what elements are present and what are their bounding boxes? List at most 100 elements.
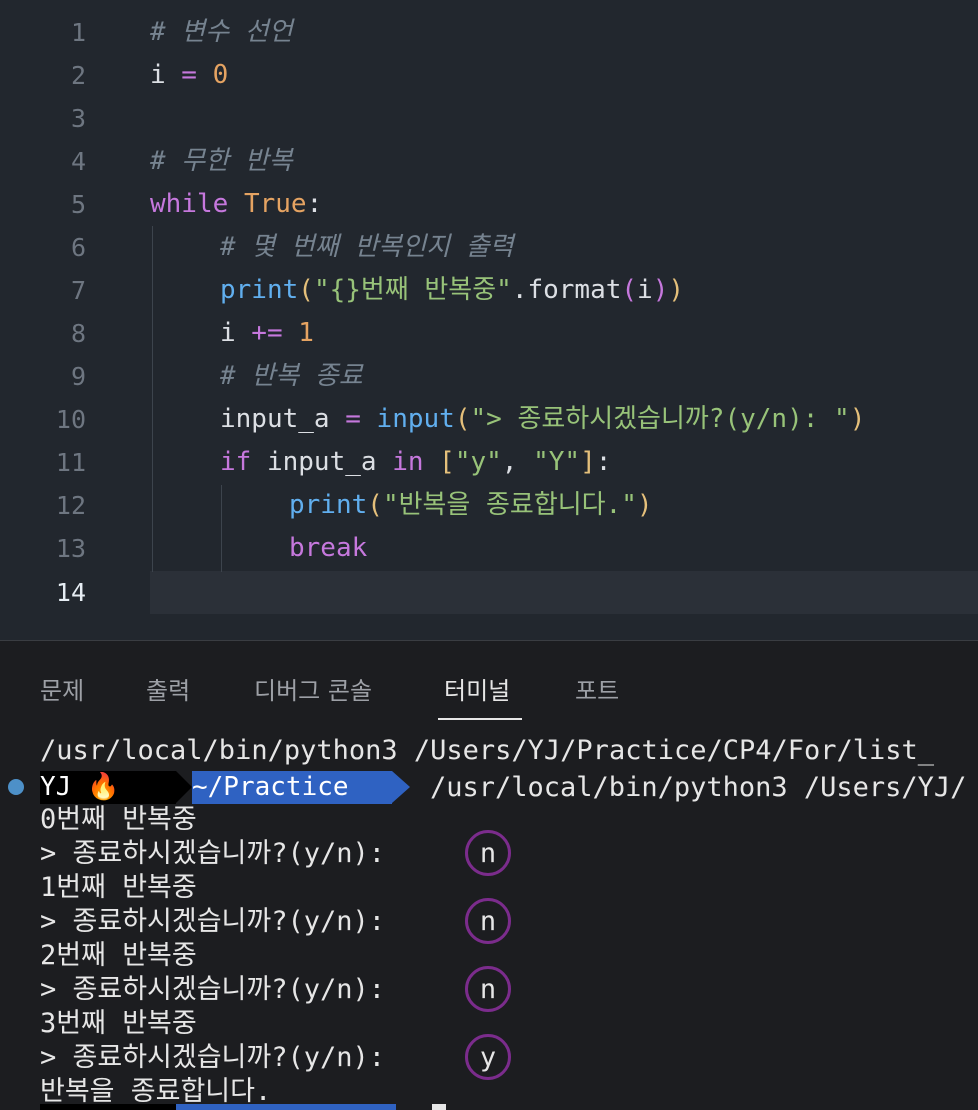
bracket: ]: [580, 447, 596, 477]
line-number: 5: [70, 190, 86, 219]
string: "y": [454, 447, 502, 477]
keyword: while: [150, 189, 229, 219]
bracket: (: [298, 275, 314, 305]
boolean: True: [243, 189, 307, 219]
input-prompt-line: > 종료하시겠습니까?(y/n):: [40, 1042, 402, 1073]
function-name: print: [289, 490, 368, 520]
line-number: 10: [55, 405, 86, 434]
operator: =: [329, 404, 377, 434]
string: "> 종료하시겠습니까?(y/n): ": [470, 404, 850, 434]
function-name: input: [376, 404, 455, 434]
code-line-3[interactable]: 3: [0, 97, 978, 140]
output-line: 1번째 반복중: [40, 872, 197, 903]
terminal-command-line: /usr/local/bin/python3 /Users/YJ/Practic…: [40, 735, 935, 766]
line-number: 3: [70, 104, 86, 133]
bracket: ): [849, 404, 866, 434]
colon: :: [595, 447, 612, 477]
number: 0: [212, 60, 229, 90]
line-number: 11: [55, 448, 86, 477]
code-line-10[interactable]: 10 input_a = input("> 종료하시겠습니까?(y/n): "): [0, 398, 978, 441]
keyword: if: [220, 447, 252, 477]
answer-highlight-circle: [465, 966, 511, 1012]
operator: =: [165, 60, 213, 90]
code-line-4[interactable]: 4 # 무한 반복: [0, 140, 978, 183]
line-number: 6: [70, 233, 86, 262]
function-name: print: [220, 275, 299, 305]
answer-highlight-circle: [465, 1034, 511, 1080]
variable: i: [220, 318, 236, 348]
code-line-5[interactable]: 5 while True:: [0, 183, 978, 226]
code-editor[interactable]: 1 # 변수 선언 2 i = 0 3 4 # 무한 반복 5 while Tr…: [0, 0, 978, 640]
code-line-1[interactable]: 1 # 변수 선언: [0, 11, 978, 54]
string: "반복을 종료합니다.": [382, 490, 637, 520]
bracket: (: [454, 404, 471, 434]
prompt-dir: ~/Practice: [192, 772, 349, 802]
line-number: 4: [70, 147, 86, 176]
output-line: 2번째 반복중: [40, 940, 197, 971]
line-number: 1: [70, 18, 86, 47]
code-line-11[interactable]: 11 if input_a in ["y", "Y"]:: [0, 441, 978, 484]
input-prompt-line: > 종료하시겠습니까?(y/n):: [40, 838, 402, 869]
bottom-panel: 문제 출력 디버그 콘솔 터미널 포트 /usr/local/bin/pytho…: [0, 641, 978, 1110]
output-line: 0번째 반복중: [40, 804, 197, 835]
number: 1: [298, 318, 314, 348]
terminal-cursor: [432, 1104, 446, 1110]
bracket: (: [621, 275, 638, 305]
prompt-command: /usr/local/bin/python3 /Users/YJ/: [430, 772, 967, 803]
comment: # 몇 번째 반복인지 출력: [220, 232, 514, 262]
answer-highlight-circle: [465, 898, 511, 944]
code-line-8[interactable]: 8 i += 1: [0, 312, 978, 355]
bracket: ): [636, 490, 653, 520]
argument: i: [637, 275, 653, 305]
code-line-6[interactable]: 6 # 몇 번째 반복인지 출력: [0, 226, 978, 269]
prompt-arrow-icon: [176, 771, 192, 803]
code-line-2[interactable]: 2 i = 0: [0, 54, 978, 97]
line-number: 12: [55, 491, 86, 520]
keyword: break: [289, 533, 368, 563]
tab-ports[interactable]: 포트: [575, 671, 619, 706]
bracket: (: [367, 490, 383, 520]
tab-problems[interactable]: 문제: [40, 671, 84, 706]
variable: input_a: [251, 447, 393, 477]
colon: :: [306, 189, 323, 219]
line-number: 7: [70, 276, 86, 305]
command-status-dot-icon[interactable]: [8, 779, 24, 795]
prompt-arrow-icon: [392, 771, 410, 803]
code-line-14[interactable]: 14: [0, 571, 978, 614]
comment: # 반복 종료: [220, 361, 363, 391]
comma: ,: [501, 447, 534, 477]
tab-debug-console[interactable]: 디버그 콘솔: [254, 671, 372, 706]
method: .format: [511, 275, 622, 305]
bracket: ): [668, 275, 685, 305]
code-line-13[interactable]: 13 break: [0, 527, 978, 570]
prompt-dir-segment-partial: [176, 1104, 396, 1110]
variable: i: [150, 60, 166, 90]
bracket: [: [439, 447, 455, 477]
comment: # 무한 반복: [150, 146, 293, 176]
string: "{}번째 반복중": [313, 275, 512, 305]
input-prompt-line: > 종료하시겠습니까?(y/n):: [40, 906, 402, 937]
prompt-user-segment-partial: [40, 1104, 176, 1110]
tab-output[interactable]: 출력: [146, 671, 190, 706]
answer-highlight-circle: [465, 830, 511, 876]
operator: +=: [235, 318, 299, 348]
line-number: 8: [70, 319, 86, 348]
bracket: ): [652, 275, 669, 305]
comment: # 변수 선언: [150, 17, 293, 47]
active-tab-indicator: [438, 718, 522, 720]
prompt-dir-segment: ~/Practice: [192, 771, 392, 804]
keyword: in: [392, 447, 424, 477]
line-number: 13: [55, 534, 86, 563]
line-number: 14: [55, 578, 86, 607]
line-number: 9: [70, 362, 86, 391]
input-prompt-line: > 종료하시겠습니까?(y/n):: [40, 974, 402, 1005]
prompt-user: YJ 🔥: [40, 772, 120, 802]
output-line: 3번째 반복중: [40, 1008, 197, 1039]
code-line-12[interactable]: 12 print("반복을 종료합니다."): [0, 484, 978, 527]
tab-terminal[interactable]: 터미널: [444, 671, 510, 706]
code-line-9[interactable]: 9 # 반복 종료: [0, 355, 978, 398]
line-number: 2: [70, 61, 86, 90]
prompt-user-segment: YJ 🔥: [40, 771, 176, 804]
string: "Y": [533, 447, 581, 477]
code-line-7[interactable]: 7 print("{}번째 반복중".format(i)): [0, 269, 978, 312]
